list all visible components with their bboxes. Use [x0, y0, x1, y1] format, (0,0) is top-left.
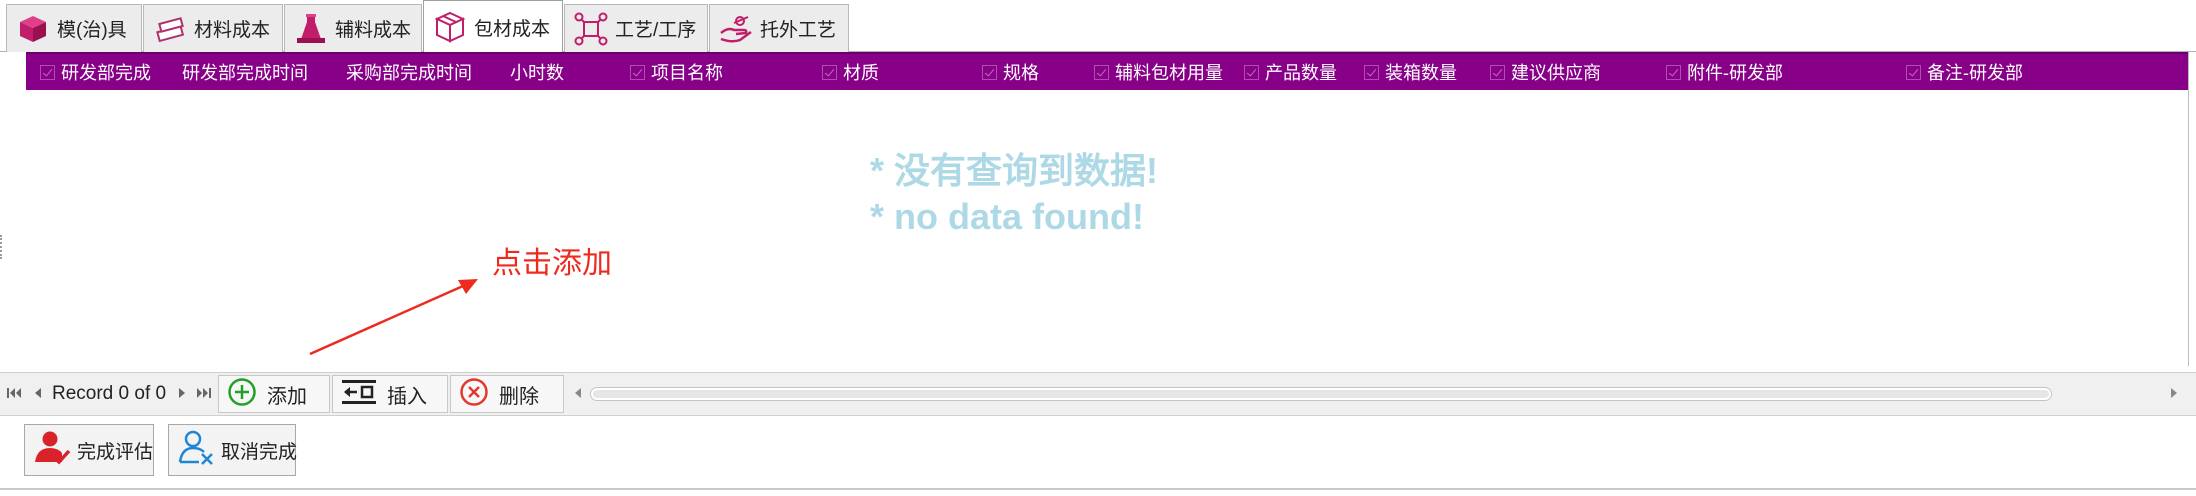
column-checkbox-icon[interactable] [40, 64, 55, 80]
bottom-toolbar: 完成评估 取消完成 [0, 416, 2196, 496]
prev-record-button[interactable] [30, 383, 46, 403]
empty-message-en: * no data found! [870, 196, 1144, 237]
delete-circle-icon [459, 377, 489, 412]
column-header-label: 材质 [843, 63, 879, 83]
process-network-icon [573, 11, 609, 47]
column-header-attachment-rd[interactable]: 附件-研发部 [1666, 54, 1783, 90]
column-checkbox-icon[interactable] [822, 64, 837, 80]
column-header-project-name[interactable]: 项目名称 [630, 54, 723, 90]
annotation-arrow-icon [309, 279, 478, 356]
next-record-button[interactable] [174, 383, 190, 403]
column-header-suggested-supplier[interactable]: 建议供应商 [1490, 54, 1601, 90]
column-header-label: 项目名称 [651, 63, 723, 83]
user-cancel-icon [177, 429, 215, 472]
column-header-label: 装箱数量 [1385, 63, 1457, 83]
tab-strip: 模(治)具 材料成本 辅料成本 包材成本 工艺/工序 托外工艺 [0, 0, 2196, 53]
delete-button-label: 删除 [499, 385, 539, 408]
tab-mold-fixture[interactable]: 模(治)具 [6, 4, 142, 52]
tab-material-cost[interactable]: 材料成本 [143, 4, 283, 52]
column-checkbox-icon[interactable] [1244, 64, 1259, 80]
column-header-label: 辅料包材用量 [1115, 63, 1223, 83]
horizontal-scrollbar[interactable] [590, 387, 2052, 401]
tab-outsource-process-label: 托外工艺 [760, 20, 837, 41]
column-header-rd-complete[interactable]: 研发部完成 [40, 54, 151, 90]
first-record-button[interactable] [6, 383, 22, 403]
scroll-right-icon [2171, 388, 2177, 398]
column-header-label: 小时数 [510, 63, 564, 83]
column-header-spec[interactable]: 规格 [982, 54, 1039, 90]
tab-process[interactable]: 工艺/工序 [564, 4, 708, 52]
insert-row-icon [341, 378, 377, 411]
column-header-aux-pack-usage[interactable]: 辅料包材用量 [1094, 54, 1223, 90]
tab-auxiliary-cost-label: 辅料成本 [335, 20, 412, 41]
empty-data-message: * 没有查询到数据! * no data found! [870, 148, 1158, 240]
scroll-left-icon [575, 388, 581, 398]
insert-button[interactable]: 插入 [332, 375, 448, 413]
insert-button-label: 插入 [387, 385, 427, 408]
column-header-remark-rd[interactable]: 备注-研发部 [1906, 54, 2023, 90]
column-header-label: 产品数量 [1265, 63, 1337, 83]
column-header-label: 建议供应商 [1511, 63, 1601, 83]
first-record-icon [7, 388, 21, 398]
prev-record-icon [35, 388, 41, 398]
scrollbar-thumb[interactable] [593, 390, 2049, 398]
flask-stack-icon [293, 11, 329, 47]
column-header-label: 规格 [1003, 63, 1039, 83]
tab-outsource-process[interactable]: 托外工艺 [709, 4, 849, 52]
package-box-icon [432, 9, 468, 45]
column-checkbox-icon[interactable] [1666, 64, 1681, 80]
cube-icon [15, 11, 51, 47]
tab-mold-fixture-label: 模(治)具 [57, 20, 127, 41]
outsource-hand-icon [718, 11, 754, 47]
grid-header: 研发部完成 研发部完成时间 采购部完成时间 小时数 项目名称 材质 规格 辅料包… [26, 52, 2188, 90]
tab-material-cost-label: 材料成本 [194, 20, 271, 41]
column-checkbox-icon[interactable] [630, 64, 645, 80]
column-checkbox-icon[interactable] [1490, 64, 1505, 80]
column-checkbox-icon[interactable] [982, 64, 997, 80]
tab-packaging-cost[interactable]: 包材成本 [423, 0, 563, 53]
column-checkbox-icon[interactable] [1364, 64, 1379, 80]
annotation-text: 点击添加 [492, 247, 612, 280]
column-header-material[interactable]: 材质 [822, 54, 879, 90]
bottom-divider [0, 488, 2196, 490]
material-stack-icon [152, 11, 188, 47]
tab-packaging-cost-label: 包材成本 [474, 18, 551, 40]
complete-evaluation-button[interactable]: 完成评估 [24, 424, 154, 476]
column-header-label: 附件-研发部 [1687, 63, 1783, 83]
last-record-icon [197, 388, 211, 398]
record-counter: Record 0 of 0 [52, 383, 167, 404]
column-header-label: 备注-研发部 [1927, 63, 2023, 83]
complete-evaluation-label: 完成评估 [77, 441, 154, 463]
empty-message-cn: * 没有查询到数据! [870, 150, 1159, 191]
column-header-hours[interactable]: 小时数 [510, 54, 564, 90]
next-record-icon [179, 388, 185, 398]
column-header-purchase-complete-time[interactable]: 采购部完成时间 [346, 54, 472, 90]
tab-process-label: 工艺/工序 [615, 20, 697, 41]
splitter-handle[interactable] [0, 235, 6, 259]
add-button[interactable]: 添加 [218, 375, 330, 413]
last-record-button[interactable] [196, 383, 212, 403]
column-checkbox-icon[interactable] [1906, 64, 1921, 80]
column-header-product-qty[interactable]: 产品数量 [1244, 54, 1337, 90]
cancel-completion-button[interactable]: 取消完成 [168, 424, 298, 476]
column-checkbox-icon[interactable] [1094, 64, 1109, 80]
delete-button[interactable]: 删除 [450, 375, 564, 413]
column-header-packing-qty[interactable]: 装箱数量 [1364, 54, 1457, 90]
add-circle-icon [227, 377, 257, 412]
column-header-label: 研发部完成时间 [182, 63, 308, 83]
grid-border [2188, 52, 2189, 366]
scroll-right-button[interactable] [2166, 383, 2182, 403]
cancel-completion-label: 取消完成 [221, 441, 298, 463]
column-header-label: 研发部完成 [61, 63, 151, 83]
column-header-label: 采购部完成时间 [346, 63, 472, 83]
record-navigator: Record 0 of 0 添加 插入 删除 [0, 372, 2196, 416]
add-button-label: 添加 [267, 385, 307, 408]
scroll-left-button[interactable] [570, 383, 586, 403]
user-check-icon [33, 429, 71, 472]
tab-auxiliary-cost[interactable]: 辅料成本 [284, 4, 422, 52]
column-header-rd-complete-time[interactable]: 研发部完成时间 [182, 54, 308, 90]
